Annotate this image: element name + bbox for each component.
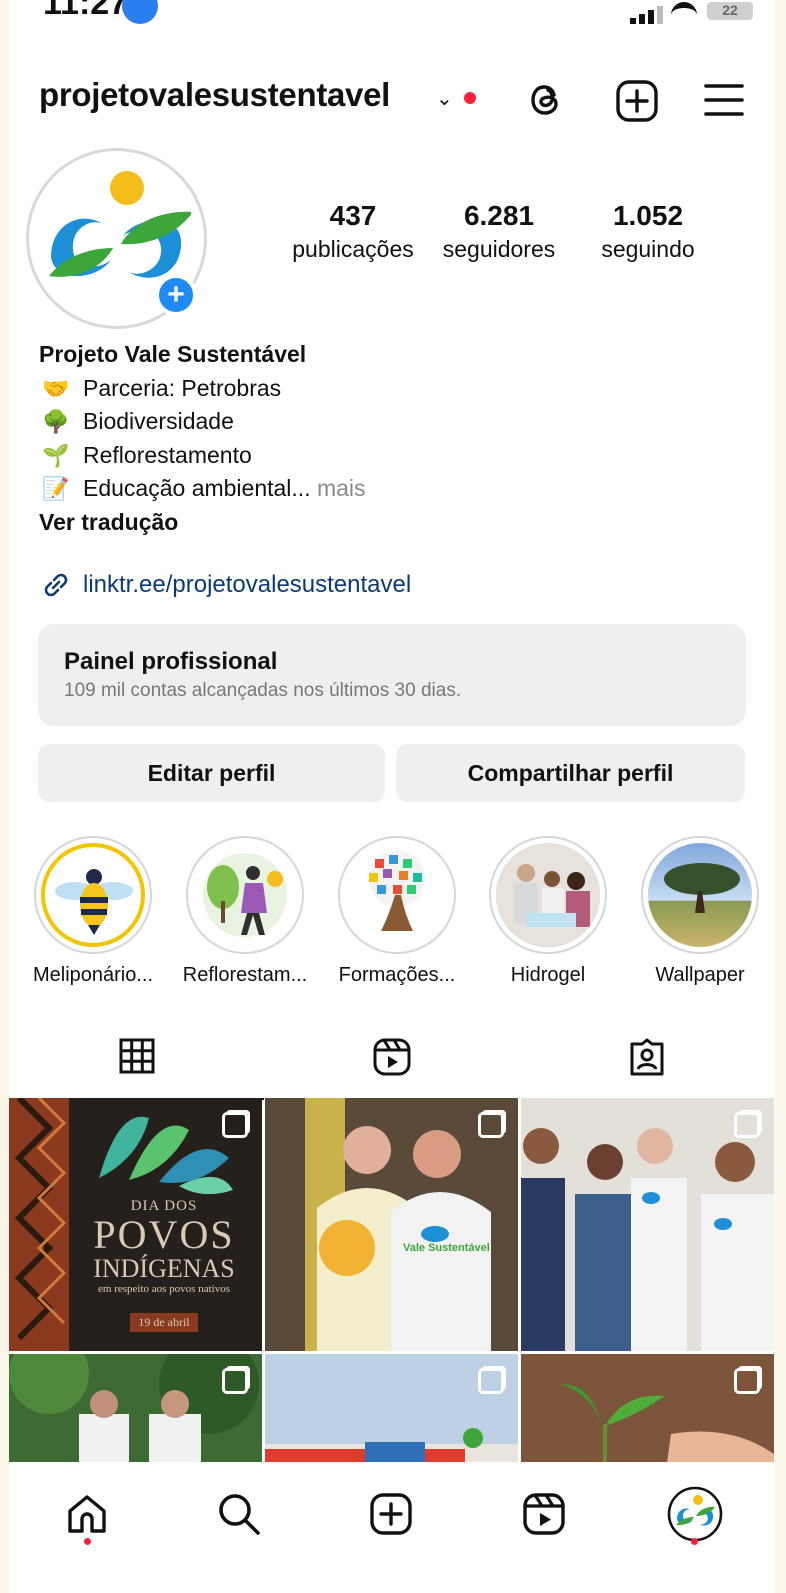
bio-line-text: Parceria: Petrobras: [83, 374, 282, 401]
professional-dashboard[interactable]: Painel profissional 109 mil contas alcan…: [38, 624, 746, 726]
post-thumbnail[interactable]: DIA DOS POVOS INDÍGENAS em respeito aos …: [9, 1098, 262, 1351]
bio-line: 📝 Educação ambiental... mais: [39, 472, 366, 506]
bio-line-text: Biodiversidade: [83, 408, 234, 434]
reels-nav-icon: [523, 1493, 565, 1535]
carousel-icon: [222, 1368, 248, 1394]
chevron-down-icon[interactable]: ⌄: [436, 86, 453, 111]
home-icon: [68, 1495, 106, 1533]
story-highlight[interactable]: Hidrogel: [489, 836, 607, 986]
stat-followers-value: 6.281: [463, 200, 535, 231]
add-story-button[interactable]: +: [155, 274, 197, 316]
tree-landscape-photo: [664, 863, 740, 913]
story-highlight[interactable]: Wallpaper: [641, 836, 759, 986]
stat-following[interactable]: 1.052 seguindo: [578, 200, 718, 263]
menu-icon[interactable]: [702, 78, 746, 127]
stat-posts-label: publicações: [292, 236, 414, 262]
post-thumbnail[interactable]: [521, 1098, 774, 1351]
bio-line: 🤝 Parceria: Petrobras: [39, 372, 366, 406]
profile-screen: 11:27 22 projetovalesustentavel ⌄ + 437: [9, 0, 775, 1593]
story-highlight[interactable]: Formações...: [338, 836, 456, 986]
profile-header: projetovalesustentavel ⌄: [9, 76, 775, 128]
stat-followers-label: seguidores: [442, 236, 556, 262]
carousel-icon: [478, 1112, 504, 1138]
carousel-icon: [734, 1368, 760, 1394]
bio-more-link[interactable]: mais: [317, 475, 366, 501]
tab-tagged[interactable]: [519, 1030, 774, 1100]
tagged-icon: [630, 1038, 663, 1076]
notification-dot: [464, 92, 476, 104]
memo-icon: 📝: [42, 476, 70, 501]
highlight-cover: [34, 836, 152, 954]
threads-icon[interactable]: [524, 78, 568, 127]
story-highlight[interactable]: Meliponário...: [33, 836, 153, 986]
knowledge-tree-illustration: [369, 851, 425, 931]
post-thumbnail[interactable]: Vale Sustentável: [265, 1098, 518, 1351]
shirt-text: Vale Sustentável: [403, 1242, 490, 1254]
nav-reels[interactable]: [514, 1484, 574, 1544]
stat-following-value: 1.052: [612, 200, 684, 231]
bio-line-text: Reflorestamento: [83, 441, 252, 468]
wifi-icon: [671, 2, 697, 18]
reforestation-illustration: [203, 853, 287, 937]
nav-profile[interactable]: [665, 1484, 725, 1544]
bio-line-text: Educação ambiental...: [83, 475, 311, 501]
status-time: 11:27: [43, 0, 129, 22]
carousel-icon: [222, 1112, 248, 1138]
bio-line: 🌱 Reflorestamento: [39, 439, 366, 473]
stat-following-label: seguindo: [601, 236, 695, 262]
search-icon: [219, 1494, 260, 1535]
highlight-label: Wallpaper: [655, 964, 745, 986]
profile-content-tabs: [9, 1030, 775, 1100]
nav-create[interactable]: [361, 1484, 421, 1544]
profile-bio: Projeto Vale Sustentável 🤝 Parceria: Pet…: [39, 338, 366, 539]
highlight-cover: [489, 836, 607, 954]
nav-home[interactable]: [57, 1484, 117, 1544]
dashboard-subtitle: 109 mil contas alcançadas nos últimos 30…: [64, 680, 462, 701]
post-text-line: INDÍGENAS: [93, 1254, 235, 1283]
tab-posts-grid[interactable]: [9, 1030, 264, 1100]
notification-dot: [84, 1538, 91, 1545]
handshake-icon: 🤝: [42, 375, 70, 401]
create-icon: [370, 1493, 412, 1535]
hydrogel-photo: [496, 843, 600, 947]
post-text-line: em respeito aos povos nativos: [98, 1283, 230, 1295]
new-post-icon[interactable]: [614, 78, 660, 129]
story-highlight[interactable]: Reflorestam...: [183, 836, 307, 986]
status-bar: 11:27 22: [9, 0, 775, 28]
seedling-icon: 🌱: [42, 442, 70, 468]
bio-link-text: linktr.ee/projetovalesustentavel: [83, 571, 412, 598]
bee-icon: [55, 869, 133, 935]
post-date: 19 de abril: [130, 1313, 198, 1332]
share-profile-button[interactable]: Compartilhar perfil: [396, 744, 745, 802]
highlight-cover: [641, 836, 759, 954]
bottom-navigation: [9, 1462, 775, 1593]
stat-posts[interactable]: 437 publicações: [283, 200, 423, 263]
profile-avatar-icon: [667, 1486, 723, 1542]
tree-icon: 🌳: [42, 409, 70, 434]
battery-icon: 22: [707, 2, 753, 20]
highlight-cover: [186, 836, 304, 954]
notification-dot: [691, 1538, 698, 1545]
profile-display-name: Projeto Vale Sustentável: [39, 341, 307, 367]
edit-profile-button[interactable]: Editar perfil: [38, 744, 385, 802]
nav-search[interactable]: [209, 1484, 269, 1544]
link-icon: [44, 573, 68, 597]
grid-icon: [119, 1038, 154, 1074]
post-text-line: POVOS: [93, 1212, 235, 1257]
stat-followers[interactable]: 6.281 seguidores: [429, 200, 569, 263]
signal-icon: [630, 6, 663, 24]
bio-link[interactable]: linktr.ee/projetovalesustentavel: [39, 568, 411, 602]
reels-icon: [373, 1038, 410, 1076]
see-translation-link[interactable]: Ver tradução: [39, 506, 366, 540]
stat-posts-value: 437: [329, 200, 377, 231]
dashboard-title: Painel profissional: [64, 648, 278, 675]
carousel-icon: [734, 1112, 760, 1138]
tab-reels[interactable]: [264, 1030, 519, 1100]
carousel-icon: [478, 1368, 504, 1394]
account-switcher[interactable]: projetovalesustentavel: [39, 76, 390, 114]
bio-line: 🌳 Biodiversidade: [39, 405, 366, 439]
highlight-cover: [338, 836, 456, 954]
